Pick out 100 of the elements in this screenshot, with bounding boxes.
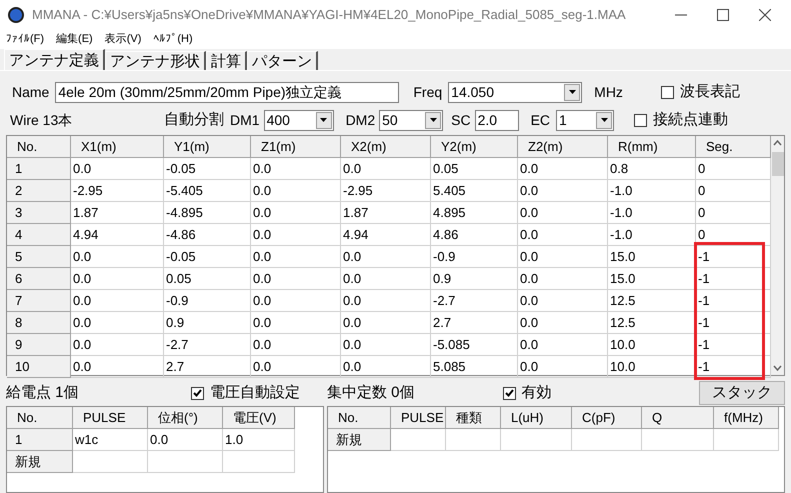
dropdown[interactable]: 1	[556, 110, 614, 130]
maximize-icon[interactable]	[717, 9, 729, 21]
table-cell: 1.0	[223, 429, 295, 451]
checkbox-label: 接続点連動	[653, 110, 728, 130]
row-header: 新規	[7, 451, 73, 473]
table-cell: -4.86	[164, 224, 251, 246]
row-header: 2	[7, 180, 71, 202]
dropdown-arrow-icon	[320, 118, 328, 122]
table-cell: 0.0	[341, 268, 431, 290]
tab[interactable]: アンテナ定義	[4, 49, 105, 70]
table-cell: -0.05	[164, 158, 251, 180]
row-header: 9	[7, 334, 71, 356]
table-cell: -5.085	[431, 334, 518, 356]
table-cell: -1.0	[608, 224, 696, 246]
table-cell: 0.0	[71, 158, 164, 180]
table-cell: 4.94	[71, 224, 164, 246]
dropdown-value: 400	[266, 110, 291, 130]
empty-cell	[223, 451, 295, 473]
table-cell: 5.405	[431, 180, 518, 202]
table-cell: 0.9	[164, 312, 251, 334]
row-header: 6	[7, 268, 71, 290]
tab[interactable]: パターン	[247, 51, 318, 70]
dropdown-value: 1	[558, 110, 568, 130]
sc-label: SC	[451, 110, 471, 130]
menu-item[interactable]: ﾍﾙﾌﾟ(H)	[153, 31, 193, 48]
freq-label: Freq	[413, 82, 442, 102]
sc-field[interactable]: 2.0	[474, 110, 519, 130]
dropdown-arrow-icon	[600, 118, 608, 122]
row-header: 新規	[328, 429, 391, 451]
empty-cell	[714, 429, 779, 451]
column-header: Y1(m)	[164, 136, 251, 158]
table-cell: 0.0	[251, 334, 341, 356]
table-cell: 0.8	[608, 158, 696, 180]
column-header: 電圧(V)	[223, 407, 295, 429]
column-header: 種類	[446, 407, 501, 429]
table-cell: -5.405	[164, 180, 251, 202]
table-cell: -2.7	[164, 334, 251, 356]
table-cell: 0.0	[341, 290, 431, 312]
column-header: Seg.	[696, 136, 771, 158]
dropdown[interactable]: 14.050	[448, 82, 582, 102]
name-field[interactable]: 4ele 20m (30mm/25mm/20mm Pipe)独立定義	[55, 82, 400, 102]
table-cell: -0.9	[164, 290, 251, 312]
empty-cell	[642, 429, 714, 451]
dropdown[interactable]: 50	[379, 110, 444, 130]
table-cell: 4.86	[431, 224, 518, 246]
table-cell: 4.94	[341, 224, 431, 246]
dropdown-value: 14.050	[450, 82, 495, 102]
dropdown-value: 50	[381, 110, 399, 130]
table-cell: 10.0	[608, 334, 696, 356]
scrollbar-thumb[interactable]	[772, 152, 784, 176]
table-cell: 0.0	[251, 224, 341, 246]
checkbox-label: 電圧自動設定	[210, 382, 300, 403]
table-cell: 0.0	[341, 312, 431, 334]
table-cell: 5.085	[431, 356, 518, 378]
app-icon	[8, 7, 24, 23]
menu-item[interactable]: ﾌｧｲﾙ(F)	[6, 31, 44, 48]
column-header: 位相(°)	[148, 407, 223, 429]
column-header: No.	[7, 407, 73, 429]
table-cell: -4.895	[164, 202, 251, 224]
row-header: 8	[7, 312, 71, 334]
column-header: R(mm)	[608, 136, 696, 158]
stack-button[interactable]: スタック	[699, 381, 785, 405]
table-cell: 0.0	[341, 334, 431, 356]
table-cell: 0.0	[518, 356, 608, 378]
table-cell: 0.0	[341, 158, 431, 180]
dropdown[interactable]: 400	[264, 110, 334, 130]
menu-item[interactable]: 表示(V)	[104, 31, 142, 48]
table-cell: -2.7	[431, 290, 518, 312]
dm2-label: DM2	[346, 110, 376, 130]
table-cell: 0.0	[251, 290, 341, 312]
table-cell: 0.0	[518, 334, 608, 356]
wire-count: Wire 13本	[10, 110, 74, 130]
table-cell: -0.05	[164, 246, 251, 268]
table-cell: -2.95	[341, 180, 431, 202]
column-header: Z1(m)	[251, 136, 341, 158]
dropdown-arrow-icon	[430, 118, 437, 122]
table-cell: 0.0	[341, 246, 431, 268]
close-icon[interactable]	[759, 9, 771, 21]
table-cell: 0.0	[341, 356, 431, 378]
checkbox[interactable]	[502, 386, 516, 400]
tab[interactable]: 計算	[206, 51, 247, 70]
checkbox-label: 波長表記	[680, 82, 740, 102]
table-cell: 12.5	[608, 312, 696, 334]
checkbox[interactable]	[634, 114, 648, 126]
tab[interactable]: アンテナ形状	[105, 51, 206, 70]
checkbox[interactable]	[191, 386, 204, 400]
table-cell: 0.0	[71, 334, 164, 356]
menu-item[interactable]: 編集(E)	[56, 31, 93, 48]
name-label: Name	[12, 82, 50, 102]
table-cell: 0.0	[251, 356, 341, 378]
column-header: X2(m)	[341, 136, 431, 158]
table-cell: 0.0	[251, 158, 341, 180]
dm1-label: DM1	[230, 110, 260, 130]
row-header: 3	[7, 202, 71, 224]
table-cell: 0.0	[251, 202, 341, 224]
table-cell: 15.0	[608, 246, 696, 268]
table-cell: 0.0	[251, 268, 341, 290]
table-cell: 1.87	[341, 202, 431, 224]
table-cell: 4.895	[431, 202, 518, 224]
checkbox[interactable]	[660, 86, 674, 98]
